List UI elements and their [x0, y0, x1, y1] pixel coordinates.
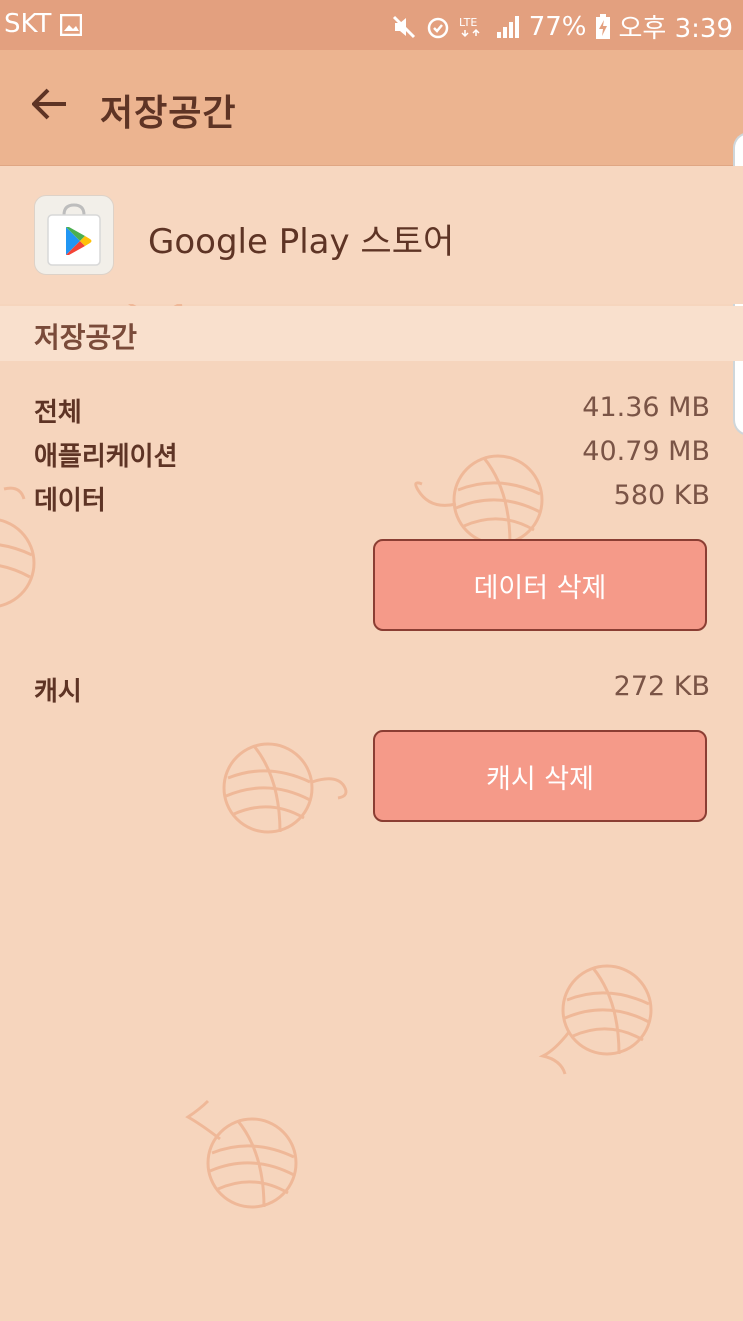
app-header: Google Play 스토어: [0, 166, 743, 304]
yarn-decoration: [185, 1099, 298, 1209]
section-title: 저장공간: [34, 321, 138, 354]
row-label: 애플리케이션: [34, 442, 178, 472]
clear-cache-button[interactable]: 캐시 삭제: [373, 730, 707, 822]
yarn-decoration: [222, 742, 348, 834]
svg-text:LTE: LTE: [459, 16, 477, 29]
row-value: 272 KB: [613, 671, 710, 702]
row-label: 캐시: [34, 677, 82, 707]
google-play-store-icon: [34, 195, 114, 275]
storage-row-application: 애플리케이션 40.79 MB: [34, 436, 710, 476]
row-label: 전체: [34, 398, 82, 428]
alarm-icon: [425, 14, 451, 40]
section-header-storage: 저장공간: [0, 306, 743, 361]
mute-icon: [391, 14, 417, 40]
row-value: 41.36 MB: [582, 392, 710, 423]
status-bar: SKT LTE 77% 오후 3:39: [0, 0, 743, 50]
row-value: 40.79 MB: [582, 436, 710, 467]
storage-row-cache: 캐시 272 KB: [34, 671, 710, 711]
lte-icon: LTE: [459, 14, 487, 40]
row-value: 580 KB: [613, 480, 710, 511]
page-title: 저장공간: [100, 93, 237, 134]
back-button[interactable]: [22, 78, 78, 134]
battery-charging-icon: [595, 13, 611, 40]
clear-data-button[interactable]: 데이터 삭제: [373, 539, 707, 631]
storage-row-data: 데이터 580 KB: [34, 480, 710, 520]
signal-icon: [495, 14, 521, 40]
row-label: 데이터: [34, 486, 106, 516]
storage-row-total: 전체 41.36 MB: [34, 392, 710, 432]
image-notification-icon: [59, 13, 83, 43]
app-bar: 저장공간: [0, 50, 743, 166]
battery-percent: 77%: [528, 11, 587, 42]
yarn-decoration: [538, 964, 653, 1075]
carrier-label: SKT: [4, 9, 52, 39]
clock: 오후 3:39: [618, 14, 734, 44]
app-name: Google Play 스토어: [148, 222, 455, 262]
arrow-back-icon: [31, 88, 68, 124]
